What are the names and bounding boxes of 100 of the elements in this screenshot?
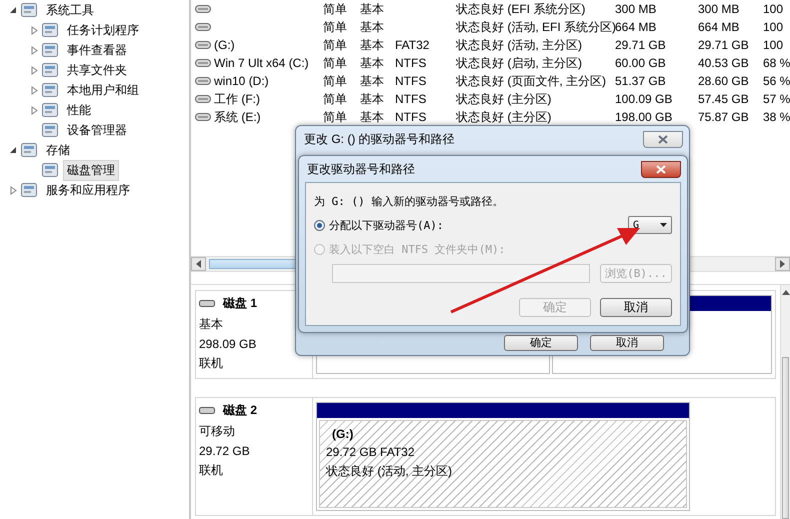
expanded-arrow-icon[interactable] — [9, 6, 17, 14]
drive-icon — [195, 58, 211, 68]
cancel-button[interactable]: 取消 — [590, 335, 664, 351]
drive-icon — [195, 4, 211, 14]
partition-block[interactable]: (G:) 29.72 GB FAT32 状态良好 (活动, 主分区) — [316, 402, 690, 511]
tree-item[interactable]: 系统工具 — [42, 0, 98, 20]
filesystem-cell-text: NTFS — [395, 74, 428, 88]
tree-item[interactable]: 性能 — [63, 100, 95, 120]
dialog-prompt: 为 G: () 输入新的驱动器号或路径。 — [314, 194, 504, 208]
close-icon[interactable] — [658, 134, 668, 144]
disk-type: 基本 — [199, 316, 224, 333]
tree-item[interactable]: 事件查看器 — [63, 40, 131, 60]
close-button[interactable] — [643, 130, 683, 148]
tree-item[interactable]: 共享文件夹 — [63, 60, 131, 80]
disk-size: 298.09 GB — [199, 337, 258, 351]
capacity-cell-text: 60.00 GB — [615, 56, 667, 70]
collapsed-arrow-icon[interactable] — [30, 106, 38, 114]
type-cell-text: 基本 — [360, 0, 385, 18]
free-space-cell-text: 75.87 GB — [698, 110, 750, 124]
capacity-cell-text: 664 MB — [615, 20, 658, 34]
percent-free-cell: 56 % — [763, 74, 790, 88]
status-cell-text: 状态良好 (主分区) — [456, 90, 552, 108]
scroll-up-icon[interactable] — [782, 289, 790, 295]
percent-free-cell: 57 % — [763, 92, 790, 106]
app-icon — [20, 2, 38, 18]
disk-size: 29.72 GB — [199, 444, 251, 458]
layout-cell-text: 简单 — [323, 108, 348, 126]
tree-item[interactable]: 磁盘管理 — [63, 160, 119, 180]
capacity-cell-text: 300 MB — [615, 2, 658, 16]
capacity-cell-text: 100.09 GB — [615, 92, 674, 106]
type-cell-text: 基本 — [360, 72, 385, 90]
disk-name: 磁盘 2 — [223, 402, 258, 419]
collapsed-arrow-icon[interactable] — [10, 186, 16, 194]
scroll-right-icon[interactable] — [780, 260, 785, 268]
collapsed-arrow-icon[interactable] — [30, 66, 38, 74]
status-cell-text: 状态良好 (EFI 系统分区) — [456, 0, 586, 18]
app-icon — [20, 182, 38, 198]
disk-status: 联机 — [199, 355, 224, 372]
ok-button[interactable]: 确定 — [504, 335, 578, 351]
free-space-cell-text: 28.60 GB — [698, 74, 750, 88]
status-cell-text: 状态良好 (启动, 主分区) — [456, 54, 583, 72]
cancel-button[interactable]: 取消 — [600, 298, 672, 317]
volume-name: (G:) — [214, 38, 235, 52]
app-icon — [41, 22, 59, 38]
app-icon — [41, 102, 59, 118]
capacity-cell-text: 198.00 GB — [615, 110, 674, 124]
type-cell-text: 基本 — [360, 108, 385, 126]
free-space-cell-text: 29.71 GB — [698, 38, 750, 52]
app-icon — [41, 62, 59, 78]
tree-item[interactable]: 本地用户和组 — [63, 80, 143, 100]
drive-icon — [195, 112, 211, 122]
type-cell-text: 基本 — [360, 90, 385, 108]
status-cell: 状态良好 (活动, EFI 系统分区) — [456, 18, 615, 36]
filesystem-cell-text: NTFS — [395, 56, 428, 70]
volume-name: win10 (D:) — [214, 74, 269, 88]
dialog-title: 更改 G: () 的驱动器号和路径 — [303, 130, 455, 148]
capacity-cell-text: 51.37 GB — [615, 74, 667, 88]
app-icon — [41, 162, 59, 178]
drive-icon — [195, 22, 211, 32]
layout-cell-text: 简单 — [323, 90, 348, 108]
disk-type: 可移动 — [199, 423, 236, 440]
partition-status: 状态良好 (活动, 主分区) — [326, 463, 453, 480]
free-space-cell-text: 664 MB — [698, 20, 740, 34]
drive-icon — [195, 40, 211, 50]
status-cell-text: 状态良好 (活动, 主分区) — [456, 36, 583, 54]
close-button[interactable] — [641, 160, 681, 178]
vertical-scrollbar[interactable] — [780, 285, 790, 519]
radio-button[interactable] — [314, 220, 325, 230]
free-space-cell-text: 300 MB — [698, 2, 740, 16]
drive-letter-dropdown[interactable]: G — [628, 216, 672, 234]
collapsed-arrow-icon[interactable] — [30, 46, 38, 54]
caret-icon — [660, 223, 667, 227]
app-icon — [20, 142, 38, 158]
type-cell-text: 基本 — [360, 36, 385, 54]
drive-icon — [195, 94, 211, 104]
scroll-left-icon[interactable] — [196, 260, 201, 268]
capacity-cell-text: 29.71 GB — [615, 38, 667, 52]
tree-item[interactable]: 存储 — [42, 140, 74, 160]
app-icon — [41, 122, 59, 138]
status-cell-text: 状态良好 (主分区) — [456, 108, 552, 126]
partition-size: 29.72 GB FAT32 — [326, 445, 416, 459]
collapsed-arrow-icon[interactable] — [30, 86, 38, 94]
tree-item[interactable]: 任务计划程序 — [63, 20, 143, 40]
tree-item[interactable]: 设备管理器 — [63, 120, 131, 140]
collapsed-arrow-icon[interactable] — [30, 26, 38, 34]
filesystem-cell-text: NTFS — [395, 110, 428, 124]
type-cell-text: 基本 — [360, 54, 385, 72]
expanded-arrow-icon[interactable] — [9, 146, 17, 154]
partition-label: (G:) — [331, 427, 354, 441]
percent-free-cell-text: 100 — [763, 2, 784, 16]
layout-cell-text: 简单 — [323, 0, 348, 18]
volume-name: Win 7 Ult x64 (C:) — [214, 56, 309, 70]
option-label[interactable]: 分配以下驱动器号(A): — [329, 218, 444, 232]
filesystem-cell-text: FAT32 — [395, 38, 430, 52]
filesystem-cell-text: NTFS — [395, 92, 428, 106]
disk-status: 联机 — [199, 462, 224, 479]
dialog-title: 更改驱动器号和路径 — [306, 160, 415, 178]
drive-icon — [195, 76, 211, 86]
disk-name: 磁盘 1 — [223, 295, 258, 312]
tree-item[interactable]: 服务和应用程序 — [42, 180, 134, 200]
